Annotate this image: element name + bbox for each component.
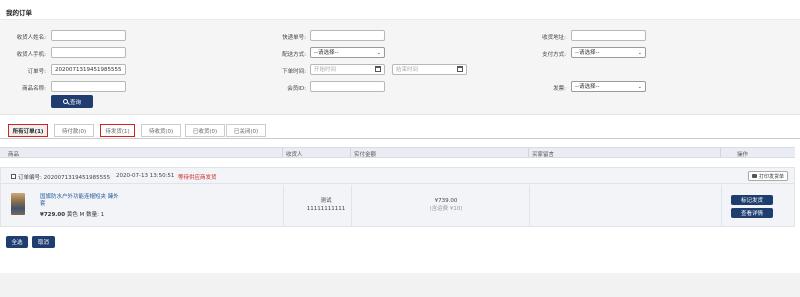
tab-all-orders[interactable]: 所有订单(1) (8, 124, 48, 137)
header-receiver: 收货人 (286, 152, 303, 158)
product-price-line: ¥729.00 黄色 M 数量: 1 (40, 210, 104, 218)
order-status: 等待供应商发货 (178, 175, 217, 181)
receiver-name: 测试 (320, 198, 332, 204)
header-buyer-message: 买家留言 (532, 152, 555, 158)
delivery-method-select[interactable]: --请选择-- ⌄ (310, 47, 385, 58)
chevron-down-icon: ⌄ (376, 50, 381, 56)
order-amount: ¥739.00 (434, 198, 458, 204)
printer-icon (751, 174, 757, 178)
product-name-input[interactable] (51, 81, 126, 92)
tab-received[interactable]: 已收货(0) (185, 124, 225, 137)
receiver-phone-input[interactable] (51, 47, 126, 58)
product-price: ¥729.00 (40, 212, 66, 218)
chevron-down-icon: ⌄ (637, 50, 642, 56)
member-id-label: 会员ID: (287, 86, 306, 92)
member-id-input[interactable] (310, 81, 385, 92)
chevron-down-icon: ⌄ (637, 84, 642, 90)
product-name-label: 商品名称: (22, 86, 46, 92)
header-amount: 实付金额 (354, 152, 377, 158)
tab-closed[interactable]: 已关闭(0) (226, 124, 266, 137)
orders-table-header: 商品 收货人 实付金额 买家留言 操作 (0, 147, 795, 158)
search-button[interactable]: 查询 (51, 95, 93, 108)
tab-pending-shipment[interactable]: 待发货(1) (100, 124, 135, 137)
tab-pending-receipt[interactable]: 待收货(0) (141, 124, 181, 137)
receiver-name-label: 收货人姓名: (16, 35, 46, 41)
select-all-button[interactable]: 全选 (6, 236, 28, 248)
address-input[interactable] (571, 30, 646, 41)
product-title-link[interactable]: 国旗防水户外功能连帽短夹 臻外套 (40, 194, 120, 208)
receiver-phone-label: 收货人手机: (16, 52, 46, 58)
order-body: 国旗防水户外功能连帽短夹 臻外套 ¥729.00 黄色 M 数量: 1 测试 1… (1, 185, 794, 227)
order-number: 订单编号: 2020071319451985555 (18, 175, 111, 181)
order-tabs: 所有订单(1) 待付款(0) 待发货(1) 待收货(0) 已收货(0) 已关闭(… (0, 123, 800, 139)
order-time: 2020-07-13 13:50:51 (116, 173, 175, 179)
header-product: 商品 (8, 152, 20, 158)
order-checkbox[interactable] (11, 174, 16, 179)
product-specs: 黄色 M (66, 212, 85, 218)
payment-value: --请选择-- (575, 50, 600, 56)
order-time-label: 下单时间: (282, 69, 306, 75)
order-header: 订单编号: 2020071319451985555 2020-07-13 13:… (1, 168, 794, 184)
payment-select[interactable]: --请选择-- ⌄ (571, 47, 646, 58)
view-detail-button[interactable]: 查看详情 (731, 208, 773, 218)
product-thumbnail[interactable] (11, 193, 25, 215)
address-label: 收货地址: (542, 35, 566, 41)
search-button-label: 查询 (69, 99, 81, 106)
receiver-cell: 测试 11111111111 (301, 197, 351, 213)
calendar-icon[interactable] (457, 66, 463, 72)
search-icon (62, 99, 68, 104)
invoice-label: 发票: (553, 86, 566, 92)
product-qty: 数量: 1 (86, 212, 105, 218)
order-no-label: 订单号: (27, 69, 46, 75)
delivery-method-label: 配送方式: (282, 52, 306, 58)
start-time-input[interactable]: 开始时间 (310, 64, 385, 75)
calendar-icon[interactable] (375, 66, 381, 72)
start-time-placeholder: 开始时间 (314, 67, 337, 73)
express-no-input[interactable] (310, 30, 385, 41)
print-button-label: 打印发货单 (758, 173, 784, 180)
shipping-fee: (含运费 ¥10) (429, 206, 463, 212)
page-title: 我的订单 (6, 9, 32, 17)
filter-panel: 收货人姓名: 收货人手机: 订单号: 2020071319451985555 商… (0, 19, 800, 115)
mark-shipped-button[interactable]: 标记发货 (731, 195, 773, 205)
delivery-method-value: --请选择-- (314, 50, 339, 56)
express-no-label: 快递单号: (282, 35, 306, 41)
order-no-input[interactable]: 2020071319451985555 (51, 64, 126, 75)
print-shipping-note-button[interactable]: 打印发货单 (748, 171, 788, 181)
end-time-input[interactable]: 结束时间 (392, 64, 467, 75)
receiver-name-input[interactable] (51, 30, 126, 41)
invoice-select[interactable]: --请选择-- ⌄ (571, 81, 646, 92)
end-time-placeholder: 结束时间 (396, 67, 419, 73)
order-row: 订单编号: 2020071319451985555 2020-07-13 13:… (0, 167, 795, 227)
cancel-button[interactable]: 取消 (32, 236, 55, 248)
amount-cell: ¥739.00 (含运费 ¥10) (421, 197, 471, 213)
header-actions: 操作 (737, 152, 749, 158)
invoice-value: --请选择-- (575, 84, 600, 90)
payment-label: 支付方式: (542, 52, 566, 58)
receiver-phone: 11111111111 (306, 206, 346, 212)
footer-band (0, 273, 800, 297)
tab-pending-payment[interactable]: 待付款(0) (54, 124, 94, 137)
